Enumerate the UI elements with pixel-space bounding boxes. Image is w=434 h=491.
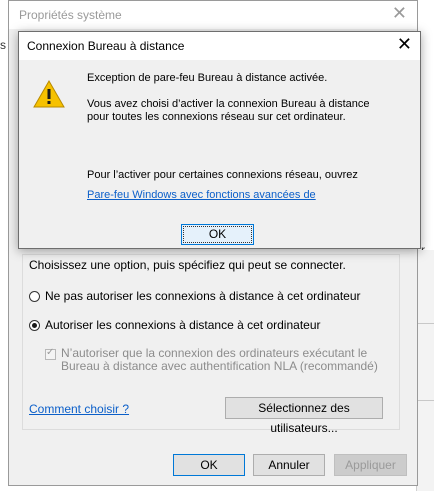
remote-desktop-instructions: Choisissez une option, puis spécifiez qu… — [29, 258, 346, 272]
radio-button[interactable] — [29, 290, 40, 302]
dialog-activate-text: Pour l’activer pour certaines connexions… — [87, 169, 358, 181]
firewall-link[interactable]: Pare-feu Windows avec fonctions avancées… — [87, 189, 387, 202]
system-properties-titlebar[interactable]: Propriétés système ✕ — [9, 1, 417, 29]
help-link[interactable]: Comment choisir ? — [29, 402, 129, 416]
background-divider — [416, 400, 434, 401]
close-icon[interactable]: ✕ — [392, 4, 407, 24]
window-title: Propriétés système — [19, 8, 122, 22]
radio-button-selected[interactable] — [29, 319, 40, 331]
background-divider — [416, 323, 434, 324]
dialog-heading: Exception de pare-feu Bureau à distance … — [87, 72, 328, 84]
close-icon[interactable]: ✕ — [397, 35, 412, 55]
dialog-body: Vous avez choisi d’activer la connexion … — [87, 98, 370, 123]
background-right-panel — [416, 250, 434, 491]
apply-button: Appliquer — [334, 454, 407, 476]
nla-checkbox-row: N’autoriser que la connexion des ordinat… — [45, 347, 381, 373]
cancel-button[interactable]: Annuler — [253, 454, 325, 476]
radio-label[interactable]: Autoriser les connexions à distance à ce… — [45, 318, 321, 332]
radio-label[interactable]: Ne pas autoriser les connexions à distan… — [45, 289, 361, 303]
dialog-title: Connexion Bureau à distance — [27, 39, 185, 53]
dialog-ok-label[interactable]: OK — [209, 227, 226, 241]
nla-checkbox — [45, 347, 56, 360]
select-users-button[interactable]: Sélectionnez des utilisateurs... — [225, 397, 383, 435]
radio-allow-remote[interactable]: Autoriser les connexions à distance à ce… — [29, 318, 321, 332]
dialog-titlebar[interactable]: Connexion Bureau à distance ✕ — [19, 32, 420, 60]
radio-disallow-remote[interactable]: Ne pas autoriser les connexions à distan… — [29, 289, 361, 303]
ok-button[interactable]: OK — [173, 454, 245, 476]
dialog-ok-button[interactable]: OK — [181, 224, 254, 245]
nla-checkbox-label: N’autoriser que la connexion des ordinat… — [61, 346, 378, 373]
remote-desktop-dialog: Connexion Bureau à distance ✕ Exception … — [18, 31, 421, 249]
warning-icon — [33, 80, 65, 108]
